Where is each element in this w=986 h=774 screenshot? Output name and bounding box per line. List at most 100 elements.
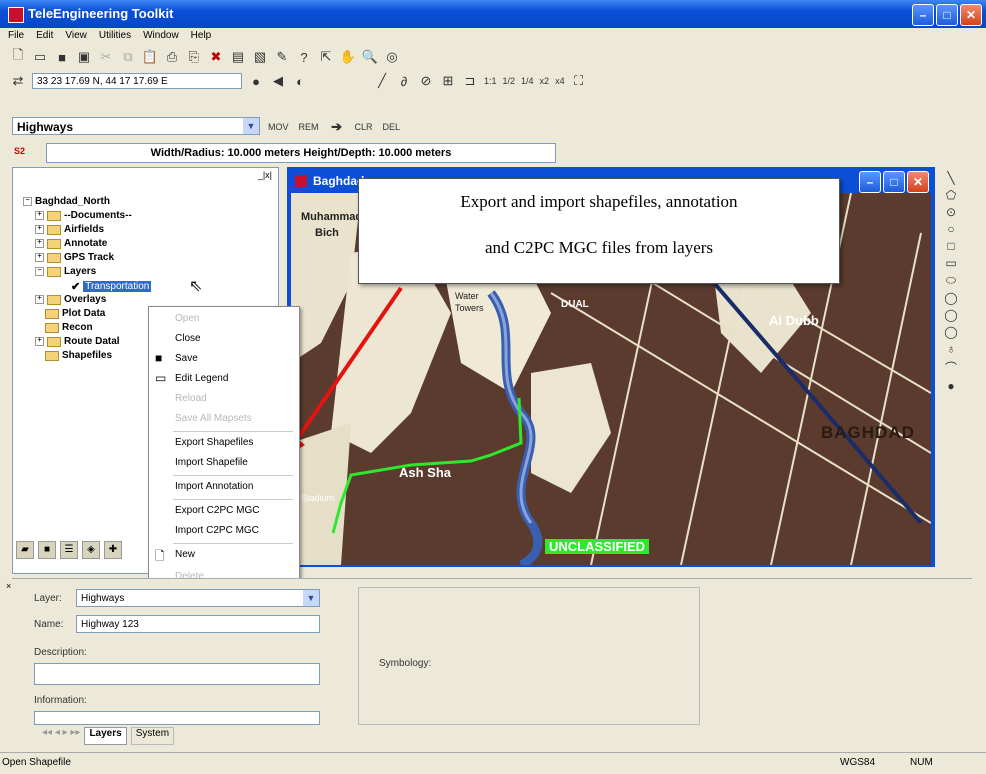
folder-tab-icon[interactable]: ▰ [16,541,34,559]
information-field[interactable] [34,711,320,725]
layer-select[interactable]: Highways ▼ [12,117,260,135]
menu-item-close[interactable]: Close [149,329,299,349]
half-circle-icon[interactable]: ◐ [292,73,308,89]
open-folder-icon[interactable]: ▭ [32,49,48,65]
tree-item-layers[interactable]: − Layers [35,266,96,277]
pencil-icon[interactable]: ✎ [274,49,290,65]
del-button[interactable]: DEL [383,122,401,132]
list-tab-icon[interactable]: ☰ [60,541,78,559]
delete-icon[interactable]: ✖ [208,49,224,65]
tree-item-plot-data[interactable]: Plot Data [45,308,105,319]
expand-icon[interactable]: + [35,295,44,304]
collapse-icon[interactable]: − [35,267,44,276]
menu-item-export-c2pc-mgc[interactable]: Export C2PC MGC [149,501,299,521]
map-maximize-button[interactable]: □ [883,171,905,193]
menu-view[interactable]: View [65,28,87,44]
layer-dropdown[interactable]: Highways ▼ [76,589,320,607]
expand-icon[interactable]: + [35,253,44,262]
grid-icon[interactable]: ⊞ [440,73,456,89]
arrow-right-icon[interactable]: ➔ [329,119,345,135]
menu-item-reload[interactable]: Reload [149,389,299,409]
pin-tool-icon[interactable]: ♁ [947,342,956,356]
panel-close-icon[interactable]: _|x| [258,170,272,180]
tree-item-route-data[interactable]: + Route Datal [35,336,120,347]
circle-tool-icon[interactable]: ○ [947,222,954,236]
circle3-tool-icon[interactable]: ◯ [944,308,957,322]
left-arrow-icon[interactable]: ◀ [270,73,286,89]
menu-item-open[interactable]: Open [149,309,299,329]
tree-item-gps-track[interactable]: + GPS Track [35,252,114,263]
menu-item-import-shapefile[interactable]: Import Shapefile [149,453,299,473]
name-field[interactable]: Highway 123 [76,615,320,633]
pan-icon[interactable]: ✋ [340,49,356,65]
tree-item-recon[interactable]: Recon [45,322,93,333]
menu-item-export-shapefiles[interactable]: Export Shapefiles [149,433,299,453]
minimize-button[interactable]: – [912,4,934,26]
copy-icon[interactable]: ⧉ [120,49,136,65]
description-field[interactable] [34,663,320,685]
book-tab-icon[interactable]: ■ [38,541,56,559]
freehand-icon[interactable]: ∂ [396,73,412,89]
collapse-icon[interactable]: − [23,197,32,206]
tree-item-shapefiles[interactable]: Shapefiles [45,350,112,361]
line-tool-icon[interactable]: ╲ [947,171,954,185]
polygon-tool-icon[interactable]: ⬠ [946,188,956,202]
zoom-1-1[interactable]: 1:1 [484,76,497,86]
coordinate-field[interactable]: 33 23 17.69 N, 44 17 17.69 E [32,73,242,89]
help-icon[interactable]: ? [296,49,312,65]
expand-icon[interactable]: + [35,225,44,234]
menu-item-edit-legend[interactable]: Edit Legend [149,369,299,389]
no-entry-icon[interactable]: ⊘ [418,73,434,89]
menu-file[interactable]: File [8,28,24,44]
circle2-tool-icon[interactable]: ◯ [944,291,957,305]
mov-button[interactable]: MOV [268,122,289,132]
layer-icon[interactable]: ▤ [230,49,246,65]
clock-tool-icon[interactable]: ⊙ [946,205,956,219]
expand-icon[interactable]: + [35,337,44,346]
square-tool-icon[interactable]: □ [947,239,954,253]
tree-item-overlays[interactable]: + Overlays [35,294,106,305]
image-icon[interactable]: ▧ [252,49,268,65]
fit-icon[interactable]: ⛶ [571,73,587,89]
save-all-icon[interactable]: ▣ [76,49,92,65]
new-file-icon[interactable]: 🗋 [10,47,26,65]
expand-icon[interactable]: + [35,211,44,220]
menu-item-save[interactable]: Save [149,349,299,369]
blob-tool-icon[interactable]: ● [947,379,954,393]
chevron-down-icon[interactable]: ▼ [243,118,259,134]
menu-utilities[interactable]: Utilities [99,28,131,44]
maximize-button[interactable]: □ [936,4,958,26]
rem-button[interactable]: REM [299,122,319,132]
tree-item-annotate[interactable]: + Annotate [35,238,107,249]
circle4-tool-icon[interactable]: ◯ [944,325,957,339]
goto-icon[interactable]: ⇄ [10,73,26,89]
globe-icon[interactable]: ◎ [384,49,400,65]
tree-root[interactable]: − Baghdad_North [23,196,110,207]
ellipse-tool-icon[interactable]: ⬭ [946,273,956,288]
zoom-x4[interactable]: x4 [555,76,565,86]
tab-layers[interactable]: Layers [84,727,127,745]
circle-fill-icon[interactable]: ● [248,73,264,89]
print-icon[interactable]: ⎙ [164,49,180,65]
save-icon[interactable]: ■ [54,49,70,65]
layers-tab-icon[interactable]: ◈ [82,541,100,559]
menu-edit[interactable]: Edit [36,28,53,44]
crosshair-tab-icon[interactable]: ✚ [104,541,122,559]
measure-icon[interactable]: ⊐ [462,73,478,89]
tree-item-transportation[interactable]: ✔ Transportation [71,280,152,293]
menu-item-save-all-mapsets[interactable]: Save All Mapsets [149,409,299,429]
zoom-x2[interactable]: x2 [540,76,550,86]
chevron-down-icon[interactable]: ▼ [303,590,319,606]
cut-icon[interactable]: ✂ [98,49,114,65]
close-button[interactable]: ✕ [960,4,982,26]
tab-nav-arrows[interactable]: ◂◂ ◂ ▸ ▸▸ [42,727,80,745]
map-close-button[interactable]: ✕ [907,171,929,193]
zoom-1-4[interactable]: 1/4 [521,76,534,86]
menu-window[interactable]: Window [143,28,179,44]
tree-item-airfields[interactable]: + Airfields [35,224,104,235]
panel-close-icon[interactable]: × [6,581,11,591]
line-icon[interactable]: ╱ [374,73,390,89]
checkbox-icon[interactable]: ✔ [71,280,80,293]
print-preview-icon[interactable]: ⎘ [186,49,202,65]
zoom-1-2[interactable]: 1/2 [503,76,516,86]
